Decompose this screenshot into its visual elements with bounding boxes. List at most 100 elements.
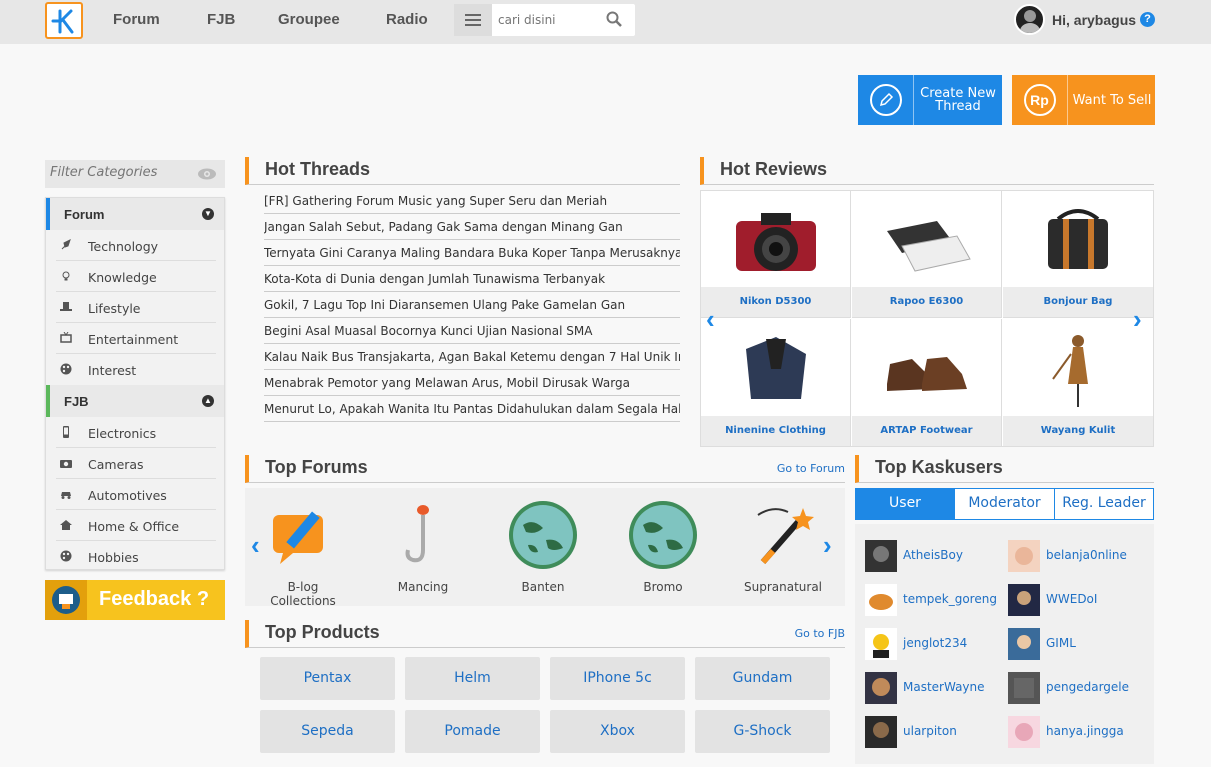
hot-reviews-title: Hot Reviews	[720, 159, 828, 179]
tab-moderator[interactable]: Moderator	[955, 489, 1055, 519]
sidebar-item-cameras[interactable]: Cameras	[56, 448, 216, 479]
sidebar-item-technology[interactable]: Technology	[56, 230, 216, 261]
nav-radio[interactable]: Radio	[386, 11, 428, 28]
chevron-down-icon[interactable]: ▼	[202, 208, 214, 220]
forum-item[interactable]: B-log Collections	[253, 494, 353, 608]
avatar-image	[1020, 10, 1040, 33]
thread-link[interactable]: Menurut Lo, Apakah Wanita Itu Pantas Did…	[264, 396, 680, 422]
rocket-icon	[61, 239, 71, 250]
product-tag[interactable]: Xbox	[550, 710, 685, 753]
filter-categories-input[interactable]	[50, 165, 190, 180]
sidebar-item-lifestyle[interactable]: Lifestyle	[56, 292, 216, 323]
user-item[interactable]: belanja0nline	[998, 538, 1138, 574]
user-item[interactable]: pengedargele	[998, 670, 1138, 706]
user-item[interactable]: hanya.jingga	[998, 714, 1138, 750]
top-navbar: Forum FJB Groupee Radio Hi, arybagus ?	[0, 0, 1211, 44]
thread-link[interactable]: Menabrak Pemotor yang Melawan Arus, Mobi…	[264, 370, 680, 396]
user-item[interactable]: GIML	[998, 626, 1138, 662]
user-item[interactable]: ularpiton	[855, 714, 995, 750]
product-tag[interactable]: IPhone 5c	[550, 657, 685, 700]
review-item[interactable]: Rapoo E6300	[852, 191, 1002, 318]
want-to-sell-button[interactable]: Rp Want To Sell	[1012, 75, 1155, 125]
top-forums-header: Top Forums Go to Forum	[245, 455, 845, 483]
review-item[interactable]: Ninenine Clothing	[701, 319, 851, 446]
search-button[interactable]	[606, 11, 622, 32]
user-item[interactable]: tempek_goreng	[855, 582, 997, 618]
avatar	[865, 540, 897, 572]
car-icon	[61, 492, 71, 499]
sidebar-item-hobbies[interactable]: Hobbies	[56, 541, 216, 572]
hamburger-menu-button[interactable]	[454, 4, 492, 36]
user-item[interactable]: MasterWayne	[855, 670, 995, 706]
forum-item[interactable]: Banten	[493, 494, 593, 604]
go-to-forum-link[interactable]: Go to Forum	[777, 462, 845, 475]
forum-item[interactable]: Supranatural	[733, 494, 833, 604]
nav-fjb[interactable]: FJB	[207, 11, 235, 28]
tab-user[interactable]: User	[856, 489, 955, 519]
thread-link[interactable]: Kalau Naik Bus Transjakarta, Agan Bakal …	[264, 344, 680, 370]
user-item[interactable]: WWEDoI	[998, 582, 1138, 618]
feedback-button[interactable]: Feedback ?	[45, 580, 225, 620]
chevron-right-icon[interactable]: ›	[1133, 304, 1142, 335]
chevron-right-icon[interactable]: ›	[823, 530, 832, 561]
product-tag[interactable]: Pentax	[260, 657, 395, 700]
go-to-fjb-link[interactable]: Go to FJB	[795, 627, 845, 640]
sidebar-item-automotives[interactable]: Automotives	[56, 479, 216, 510]
avatar	[1008, 584, 1040, 616]
sidebar-item-entertainment[interactable]: Entertainment	[56, 323, 216, 354]
top-products-title: Top Products	[265, 622, 380, 642]
nav-forum[interactable]: Forum	[113, 11, 160, 28]
thread-link[interactable]: Ternyata Gini Caranya Maling Bandara Buk…	[264, 240, 680, 266]
product-tag[interactable]: Gundam	[695, 657, 830, 700]
camera-icon	[60, 460, 72, 468]
user-avatar[interactable]	[1014, 4, 1045, 35]
kaskusers-list: AtheisBoy belanja0nline tempek_goreng WW…	[855, 524, 1154, 764]
product-tag[interactable]: Helm	[405, 657, 540, 700]
chevron-left-icon[interactable]: ‹	[706, 304, 715, 335]
sidebar-forum-header[interactable]: Forum ▼	[46, 198, 224, 230]
hot-threads-header: Hot Threads	[245, 157, 680, 185]
globe-icon	[629, 501, 697, 569]
shoes-product-image	[887, 357, 967, 391]
product-tag[interactable]: G-Shock	[695, 710, 830, 753]
create-new-thread-button[interactable]: Create New Thread	[858, 75, 1002, 125]
review-item[interactable]: Nikon D5300	[701, 191, 851, 318]
user-greeting[interactable]: Hi, arybagus	[1052, 12, 1136, 28]
home-icon	[60, 520, 72, 530]
eye-icon[interactable]	[197, 167, 217, 181]
review-item[interactable]: Bonjour Bag	[1003, 191, 1153, 318]
help-icon[interactable]: ?	[1140, 12, 1155, 27]
product-tag[interactable]: Sepeda	[260, 710, 395, 753]
tab-reg-leader[interactable]: Reg. Leader	[1055, 489, 1153, 519]
search-input[interactable]	[498, 9, 598, 31]
top-forums-title: Top Forums	[265, 457, 368, 477]
nav-groupee[interactable]: Groupee	[278, 11, 340, 28]
thread-link[interactable]: Begini Asal Muasal Bocornya Kunci Ujian …	[264, 318, 680, 344]
sidebar-item-home-office[interactable]: Home & Office	[56, 510, 216, 541]
blog-forum-icon	[273, 511, 323, 564]
sidebar-fjb-header[interactable]: FJB ▲	[46, 385, 224, 417]
keyboard-product-image	[887, 221, 971, 272]
avatar	[865, 716, 897, 748]
sidebar-item-knowledge[interactable]: Knowledge	[56, 261, 216, 292]
forum-item[interactable]: Bromo	[613, 494, 713, 604]
forum-item[interactable]: Mancing	[373, 494, 473, 604]
palette-icon	[60, 550, 72, 562]
user-item[interactable]: jenglot234	[855, 626, 995, 662]
user-item[interactable]: AtheisBoy	[855, 538, 995, 574]
review-item[interactable]: ARTAP Footwear	[852, 319, 1002, 446]
chevron-up-icon[interactable]: ▲	[202, 395, 214, 407]
search-box	[454, 4, 635, 36]
thread-link[interactable]: Jangan Salah Sebut, Padang Gak Sama deng…	[264, 214, 680, 240]
review-item[interactable]: Wayang Kulit	[1003, 319, 1153, 446]
thread-link[interactable]: Gokil, 7 Lagu Top Ini Diaransemen Ulang …	[264, 292, 680, 318]
top-kaskusers-header: Top Kaskusers	[855, 455, 1154, 483]
thread-link[interactable]: Kota-Kota di Dunia dengan Jumlah Tunawis…	[264, 266, 680, 292]
sidebar-item-electronics[interactable]: Electronics	[56, 417, 216, 448]
product-tag[interactable]: Pomade	[405, 710, 540, 753]
sidebar-item-interest[interactable]: Interest	[56, 354, 216, 385]
thread-link[interactable]: [FR] Gathering Forum Music yang Super Se…	[264, 188, 680, 214]
palette-icon	[60, 363, 72, 375]
kaskus-logo[interactable]	[45, 2, 83, 39]
globe-icon	[509, 501, 577, 569]
